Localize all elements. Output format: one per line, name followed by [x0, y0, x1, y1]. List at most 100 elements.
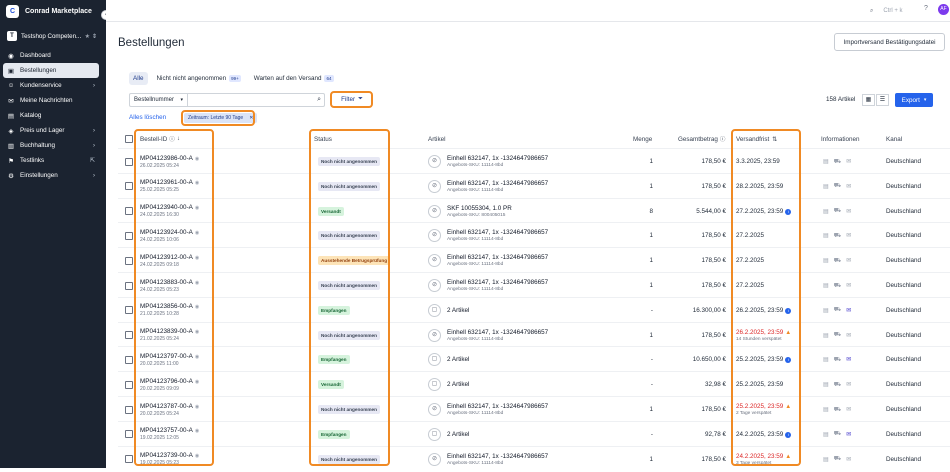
message-icon[interactable]: ✉ — [846, 307, 851, 314]
message-icon[interactable]: ✉ — [846, 456, 851, 463]
article-title[interactable]: 2 Artikel — [447, 431, 469, 438]
document-icon[interactable]: ▤ — [823, 307, 829, 314]
table-row[interactable]: MP04123757-00-A ◉ 19.02.2025 12:05 Empfange… — [118, 420, 950, 446]
truck-icon[interactable]: ⛟ — [834, 207, 842, 215]
eye-icon[interactable]: ◉ — [195, 230, 199, 236]
info-icon[interactable]: i — [785, 307, 792, 314]
table-row[interactable]: MP04123912-00-A ◉ 24.02.2025 09:18 Ausstehe… — [118, 247, 950, 272]
eye-icon[interactable]: ◉ — [195, 255, 199, 261]
row-checkbox[interactable] — [125, 182, 133, 191]
row-checkbox[interactable] — [125, 430, 133, 439]
eye-icon[interactable]: ◉ — [195, 428, 199, 434]
article-title[interactable]: Einhell 632147, 1x -1324647986657 — [447, 155, 548, 162]
order-id[interactable]: MP04123924-00-A — [140, 229, 193, 236]
message-icon[interactable]: ✉ — [846, 406, 851, 413]
col-versandfrist[interactable]: Versandfrist ⇅ — [736, 133, 777, 145]
sidebar-item-meine-nachrichten[interactable]: ✉ Meine Nachrichten — [3, 93, 99, 108]
eye-icon[interactable]: ◉ — [195, 180, 199, 186]
document-icon[interactable]: ▤ — [823, 232, 829, 239]
truck-icon[interactable]: ⛟ — [834, 182, 842, 190]
message-icon[interactable]: ✉ — [846, 332, 851, 339]
order-id-cell[interactable]: MP04123912-00-A ◉ 24.02.2025 09:18 — [140, 248, 199, 273]
search-icon[interactable]: ⌕ — [317, 96, 321, 104]
truck-icon[interactable]: ⛟ — [834, 331, 842, 339]
table-row[interactable]: MP04123839-00-A ◉ 21.02.2025 05:24 Noch nic… — [118, 321, 950, 348]
close-icon[interactable]: ✕ — [249, 115, 253, 121]
row-checkbox[interactable] — [125, 231, 133, 240]
article-title[interactable]: SKF 10055304, 1.0 PR — [447, 205, 512, 212]
table-row[interactable]: MP04123796-00-A ◉ 20.02.2025 09:09 Versandt… — [118, 371, 950, 396]
message-icon[interactable]: ✉ — [846, 257, 851, 264]
order-id[interactable]: MP04123883-00-A — [140, 279, 193, 286]
eye-icon[interactable]: ◉ — [195, 205, 199, 211]
table-row[interactable]: MP04123787-00-A ◉ 20.02.2025 05:24 Noch nic… — [118, 396, 950, 421]
order-id-cell[interactable]: MP04123839-00-A ◉ 21.02.2025 05:24 — [140, 323, 199, 348]
document-icon[interactable]: ▤ — [823, 406, 829, 413]
eye-icon[interactable]: ◉ — [195, 379, 199, 385]
sidebar-item-bestellungen[interactable]: ▣ Bestellungen — [3, 63, 99, 78]
eye-icon[interactable]: ◉ — [195, 404, 199, 410]
message-icon[interactable]: ✉ — [846, 381, 851, 388]
order-id-cell[interactable]: MP04123924-00-A ◉ 24.02.2025 10:06 — [140, 223, 199, 248]
article-title[interactable]: Einhell 632147, 1x -1324647986657 — [447, 180, 548, 187]
filter-button[interactable]: Filter ⏷ — [333, 93, 371, 106]
brand[interactable]: C Conrad Marketplace — [0, 0, 106, 22]
order-id[interactable]: MP04123739-00-A — [140, 452, 193, 459]
row-checkbox[interactable] — [125, 256, 133, 265]
message-icon[interactable]: ✉ — [846, 158, 851, 165]
tab-1[interactable]: Nicht nicht angenommen 99+ — [153, 72, 245, 85]
info-icon[interactable]: i — [785, 208, 792, 215]
star-icon[interactable]: ★ — [85, 33, 90, 40]
truck-icon[interactable]: ⛟ — [834, 455, 842, 463]
message-icon[interactable]: ✉ — [846, 232, 851, 239]
row-checkbox[interactable] — [125, 306, 133, 315]
row-checkbox[interactable] — [125, 405, 133, 414]
col-gesamtbetrag[interactable]: Gesamtbetrag ⓘ — [678, 133, 725, 145]
table-row[interactable]: MP04123797-00-A ◉ 20.02.2025 11:00 Empfange… — [118, 346, 950, 371]
eye-icon[interactable]: ◉ — [195, 354, 199, 360]
message-icon[interactable]: ✉ — [846, 431, 851, 438]
table-row[interactable]: MP04123739-00-A ◉ 19.02.2025 05:23 Noch nic… — [118, 445, 950, 471]
sidebar-item-kundenservice[interactable]: ☺ Kundenservice › — [3, 78, 99, 93]
article-title[interactable]: Einhell 632147, 1x -1324647986657 — [447, 453, 548, 460]
row-checkbox[interactable] — [125, 157, 133, 166]
search-input[interactable] — [188, 94, 324, 106]
document-icon[interactable]: ▤ — [823, 183, 829, 190]
search-field-select[interactable]: Bestellnummer ▾ — [130, 94, 188, 106]
order-id-cell[interactable]: MP04123797-00-A ◉ 20.02.2025 11:00 — [140, 347, 199, 372]
truck-icon[interactable]: ⛟ — [834, 282, 842, 290]
tab-2[interactable]: Warten auf den Versand 64 — [250, 72, 338, 85]
order-id-cell[interactable]: MP04123787-00-A ◉ 20.02.2025 05:24 — [140, 397, 199, 422]
order-id[interactable]: MP04123796-00-A — [140, 378, 193, 385]
document-icon[interactable]: ▤ — [823, 356, 829, 363]
sidebar-item-katalog[interactable]: ▤ Katalog — [3, 108, 99, 123]
row-checkbox[interactable] — [125, 380, 133, 389]
order-id[interactable]: MP04123961-00-A — [140, 179, 193, 186]
help-icon[interactable]: ? — [924, 5, 928, 12]
document-icon[interactable]: ▤ — [823, 381, 829, 388]
grid-view-icon[interactable]: ▦ — [862, 94, 875, 106]
order-id-cell[interactable]: MP04123986-00-A ◉ 26.02.2025 05:24 — [140, 149, 199, 174]
article-title[interactable]: 2 Artikel — [447, 307, 469, 314]
truck-icon[interactable]: ⛟ — [834, 430, 842, 438]
document-icon[interactable]: ▤ — [823, 158, 829, 165]
truck-icon[interactable]: ⛟ — [834, 232, 842, 240]
sidebar-item-dashboard[interactable]: ◉ Dashboard — [3, 48, 99, 63]
order-id[interactable]: MP04123856-00-A — [140, 303, 193, 310]
document-icon[interactable]: ▤ — [823, 332, 829, 339]
order-id-cell[interactable]: MP04123940-00-A ◉ 24.02.2025 16:30 — [140, 199, 199, 224]
table-row[interactable]: MP04123940-00-A ◉ 24.02.2025 16:30 Versandt… — [118, 197, 950, 224]
row-checkbox[interactable] — [125, 207, 133, 216]
order-id-cell[interactable]: MP04123796-00-A ◉ 20.02.2025 09:09 — [140, 372, 199, 397]
truck-icon[interactable]: ⛟ — [834, 306, 842, 314]
export-button[interactable]: Export ▾ — [895, 93, 933, 107]
article-title[interactable]: Einhell 632147, 1x -1324647986657 — [447, 254, 548, 261]
col-bestell-id[interactable]: Bestell-ID ⓘ ↓ — [140, 133, 180, 145]
document-icon[interactable]: ▤ — [823, 257, 829, 264]
select-all-checkbox[interactable] — [125, 135, 133, 143]
document-icon[interactable]: ▤ — [823, 431, 829, 438]
message-icon[interactable]: ✉ — [846, 183, 851, 190]
message-icon[interactable]: ✉ — [846, 282, 851, 289]
truck-icon[interactable]: ⛟ — [834, 158, 842, 166]
article-title[interactable]: Einhell 632147, 1x -1324647986657 — [447, 329, 548, 336]
